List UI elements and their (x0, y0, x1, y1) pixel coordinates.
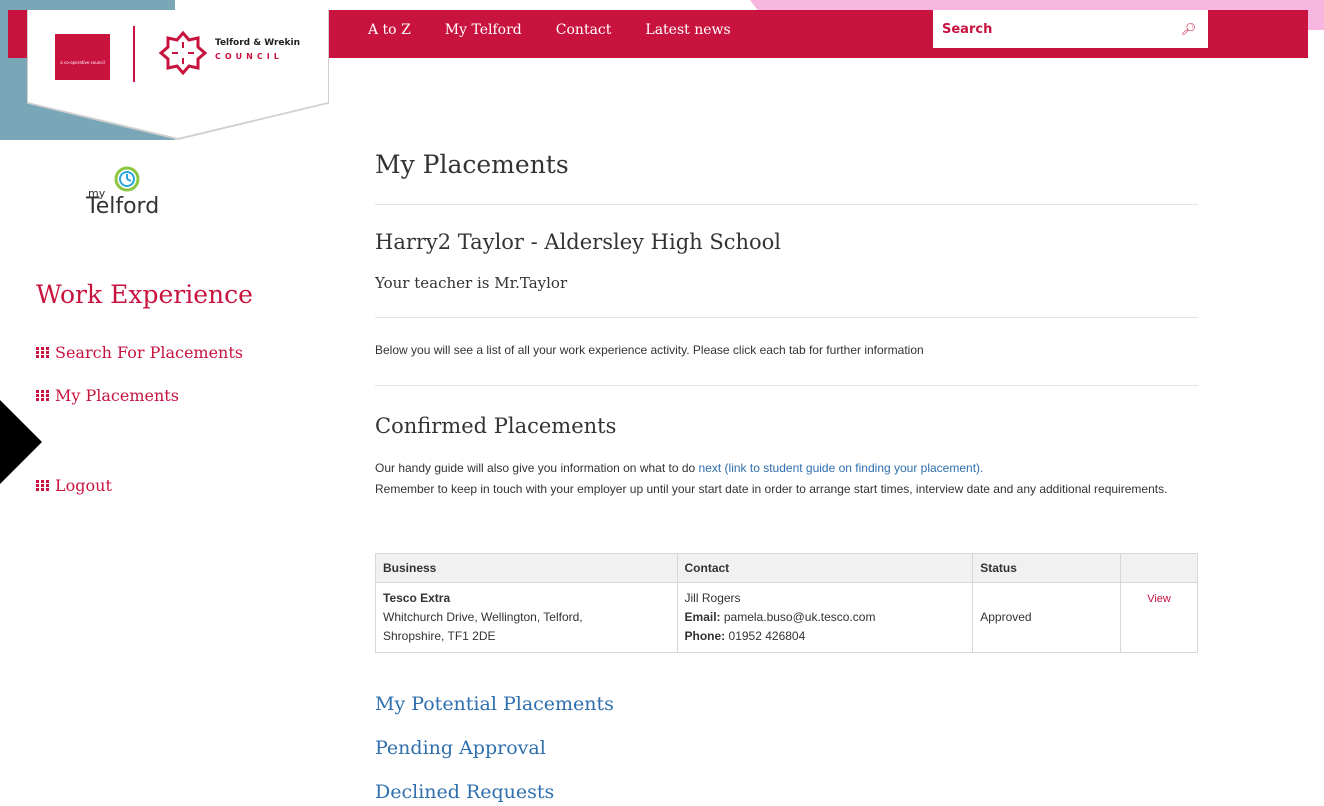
telford-wrekin-emblem-icon (158, 30, 208, 76)
table-header-row: Business Contact Status (375, 553, 1198, 583)
divider (375, 385, 1198, 386)
sidebar-item-label: Logout (55, 476, 112, 495)
nav-my-telford[interactable]: My Telford (445, 22, 522, 38)
main-nav: A to Z My Telford Contact Latest news (368, 10, 731, 50)
mytelford-clock-icon (114, 166, 140, 192)
table-row: Tesco Extra Whitchurch Drive, Wellington… (375, 582, 1198, 653)
search-box: 🔍︎ (933, 10, 1208, 48)
intro-text: Below you will see a list of all your wo… (375, 343, 924, 357)
column-header-contact: Contact (676, 553, 974, 583)
column-header-action (1120, 553, 1198, 583)
grid-icon (36, 480, 49, 491)
divider (375, 317, 1198, 318)
sidebar-item-logout[interactable]: Logout (36, 476, 112, 495)
guide-text-before: Our handy guide will also give you infor… (375, 461, 699, 475)
arrow-pointer-icon (0, 400, 42, 484)
search-icon[interactable]: 🔍︎ (1181, 22, 1196, 36)
email-label: Email: (684, 610, 721, 624)
column-header-status: Status (972, 553, 1122, 583)
contact-email: pamela.buso@uk.tesco.com (723, 610, 876, 624)
sidebar-title: Work Experience (36, 280, 253, 309)
sidebar-item-label: My Placements (55, 386, 179, 405)
divider (375, 204, 1198, 205)
sidebar-item-my-placements[interactable]: My Placements (36, 386, 179, 405)
mytelford-logo-word: Telford (86, 194, 160, 219)
confirmed-placements-table: Business Contact Status Tesco Extra Whit… (375, 553, 1198, 653)
view-link[interactable]: View (1147, 593, 1171, 605)
column-header-business: Business (375, 553, 678, 583)
student-guide-link[interactable]: next (link to student guide on finding y… (699, 461, 984, 475)
business-address-line: Shropshire, TF1 2DE (383, 629, 496, 643)
search-input[interactable] (942, 21, 1181, 37)
section-my-potential-placements[interactable]: My Potential Placements (375, 693, 614, 715)
council-name: Telford & Wrekin (215, 38, 301, 48)
sidebar-item-label: Search For Placements (55, 343, 243, 362)
sidebar-item-search-for-placements[interactable]: Search For Placements (36, 343, 243, 362)
teacher-line: Your teacher is Mr.Taylor (375, 274, 568, 292)
nav-a-to-z[interactable]: A to Z (368, 22, 411, 38)
student-heading: Harry2 Taylor - Aldersley High School (375, 230, 782, 254)
contact-name: Jill Rogers (684, 591, 741, 605)
action-cell: View (1120, 582, 1198, 653)
section-pending-approval[interactable]: Pending Approval (375, 737, 546, 759)
status-cell: Approved (972, 582, 1122, 653)
nav-contact[interactable]: Contact (556, 22, 612, 38)
confirmed-placements-heading: Confirmed Placements (375, 414, 617, 438)
guide-text: Our handy guide will also give you infor… (375, 458, 1198, 500)
section-declined-requests[interactable]: Declined Requests (375, 781, 554, 803)
page-title: My Placements (375, 150, 569, 179)
grid-icon (36, 347, 49, 358)
logo-divider (133, 26, 135, 82)
guide-text-after: Remember to keep in touch with your empl… (375, 482, 1168, 496)
business-address-line: Whitchurch Drive, Wellington, Telford, (383, 610, 583, 624)
contact-cell: Jill Rogers Email: pamela.buso@uk.tesco.… (676, 582, 974, 653)
grid-icon (36, 390, 49, 401)
business-cell: Tesco Extra Whitchurch Drive, Wellington… (375, 582, 678, 653)
council-word: COUNCIL (215, 52, 283, 61)
nav-latest-news[interactable]: Latest news (645, 22, 730, 38)
business-name: Tesco Extra (383, 591, 451, 605)
coop-council-logo: a co-operative council (55, 34, 110, 80)
phone-label: Phone: (684, 629, 726, 643)
contact-phone: 01952 426804 (728, 629, 806, 643)
